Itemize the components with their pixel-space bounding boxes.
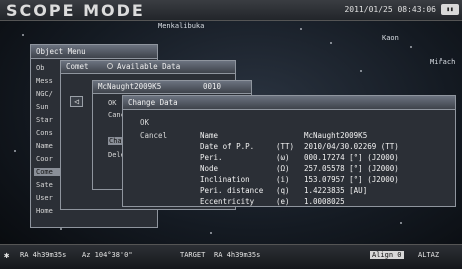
field-label: Node	[200, 164, 219, 173]
back-button[interactable]: ◁	[70, 96, 83, 107]
date-time: 2011/01/25 08:43:06	[344, 5, 436, 14]
field-unit: (TT)	[276, 142, 295, 151]
altaz-mode: ALTAZ	[418, 251, 440, 259]
radio-icon	[107, 63, 113, 69]
field-unit: (i)	[276, 175, 290, 184]
available-data-option[interactable]: Available Data	[107, 61, 180, 73]
target-label: TARGET	[180, 251, 206, 259]
battery-icon: ▮▮	[441, 4, 459, 15]
field-unit: (Ω)	[276, 164, 290, 173]
change-data-cancel-button[interactable]: Cancel	[140, 131, 167, 140]
field-label: Peri. distance	[200, 186, 264, 195]
top-status-bar: SCOPE MODE 2011/01/25 08:43:06 ▮▮	[0, 0, 462, 21]
field-unit: (e)	[276, 197, 290, 206]
sky-label-mirach: Mirach	[430, 58, 456, 66]
field-label: Eccentricity	[200, 197, 255, 206]
current-az: Az 104°38'0"	[82, 251, 133, 259]
sky-label-menkalibuka: Menkalibuka	[158, 22, 205, 30]
field-value: 1.4223835 [AU]	[304, 186, 368, 195]
menu-item-messier[interactable]: Mess	[36, 77, 53, 85]
align-status: Align 0	[370, 251, 404, 259]
field-value: 153.07957 [°] (J2000)	[304, 175, 399, 184]
bottom-status-bar: ✱ RA 4h39m35s Az 104°38'0" TARGET RA 4h3…	[0, 244, 462, 269]
change-data-title: Change Data	[123, 96, 455, 110]
field-unit: (q)	[276, 186, 290, 195]
menu-item-user[interactable]: User	[36, 194, 53, 202]
comet-name-heading: McNaught2009K5	[98, 82, 162, 91]
menu-item-star[interactable]: Star	[36, 116, 53, 124]
field-unit: (ω)	[276, 153, 290, 162]
field-label: Date of P.P.	[200, 142, 255, 151]
menu-item-coordinates[interactable]: Coor	[36, 155, 53, 163]
comet-window-title: Comet	[66, 62, 89, 71]
mode-title: SCOPE MODE	[6, 1, 145, 20]
menu-item-name[interactable]: Name	[36, 142, 53, 150]
comet-number: 0010	[203, 82, 222, 91]
field-label: Peri.	[200, 153, 223, 162]
change-data-ok-button[interactable]: OK	[140, 118, 149, 127]
menu-item-comet[interactable]: Come	[34, 168, 62, 176]
menu-item-ngc[interactable]: NGC/	[36, 90, 53, 98]
menu-item-object[interactable]: Ob	[36, 64, 44, 72]
field-value: 1.0008025	[304, 197, 345, 206]
field-value: McNaught2009K5	[304, 131, 368, 140]
sky-label-kaon: Kaon	[382, 34, 399, 42]
star-icon: ✱	[4, 251, 10, 261]
field-label: Inclination	[200, 175, 250, 184]
menu-item-constellation[interactable]: Cons	[36, 129, 53, 137]
current-ra: RA 4h39m35s	[20, 251, 67, 259]
field-value: 2010/04/30.02269 (TT)	[304, 142, 399, 151]
target-ra: RA 4h39m35s	[214, 251, 261, 259]
field-value: 000.17274 [°] (J2000)	[304, 153, 399, 162]
comet-ok-item[interactable]: OK	[108, 99, 116, 107]
menu-item-home[interactable]: Home	[36, 207, 53, 215]
menu-item-sun[interactable]: Sun	[36, 103, 49, 111]
object-menu-title: Object Menu	[31, 45, 157, 59]
field-value: 257.05578 [°] (J2000)	[304, 164, 399, 173]
field-label: Name	[200, 131, 219, 140]
menu-item-satellite[interactable]: Sate	[36, 181, 53, 189]
